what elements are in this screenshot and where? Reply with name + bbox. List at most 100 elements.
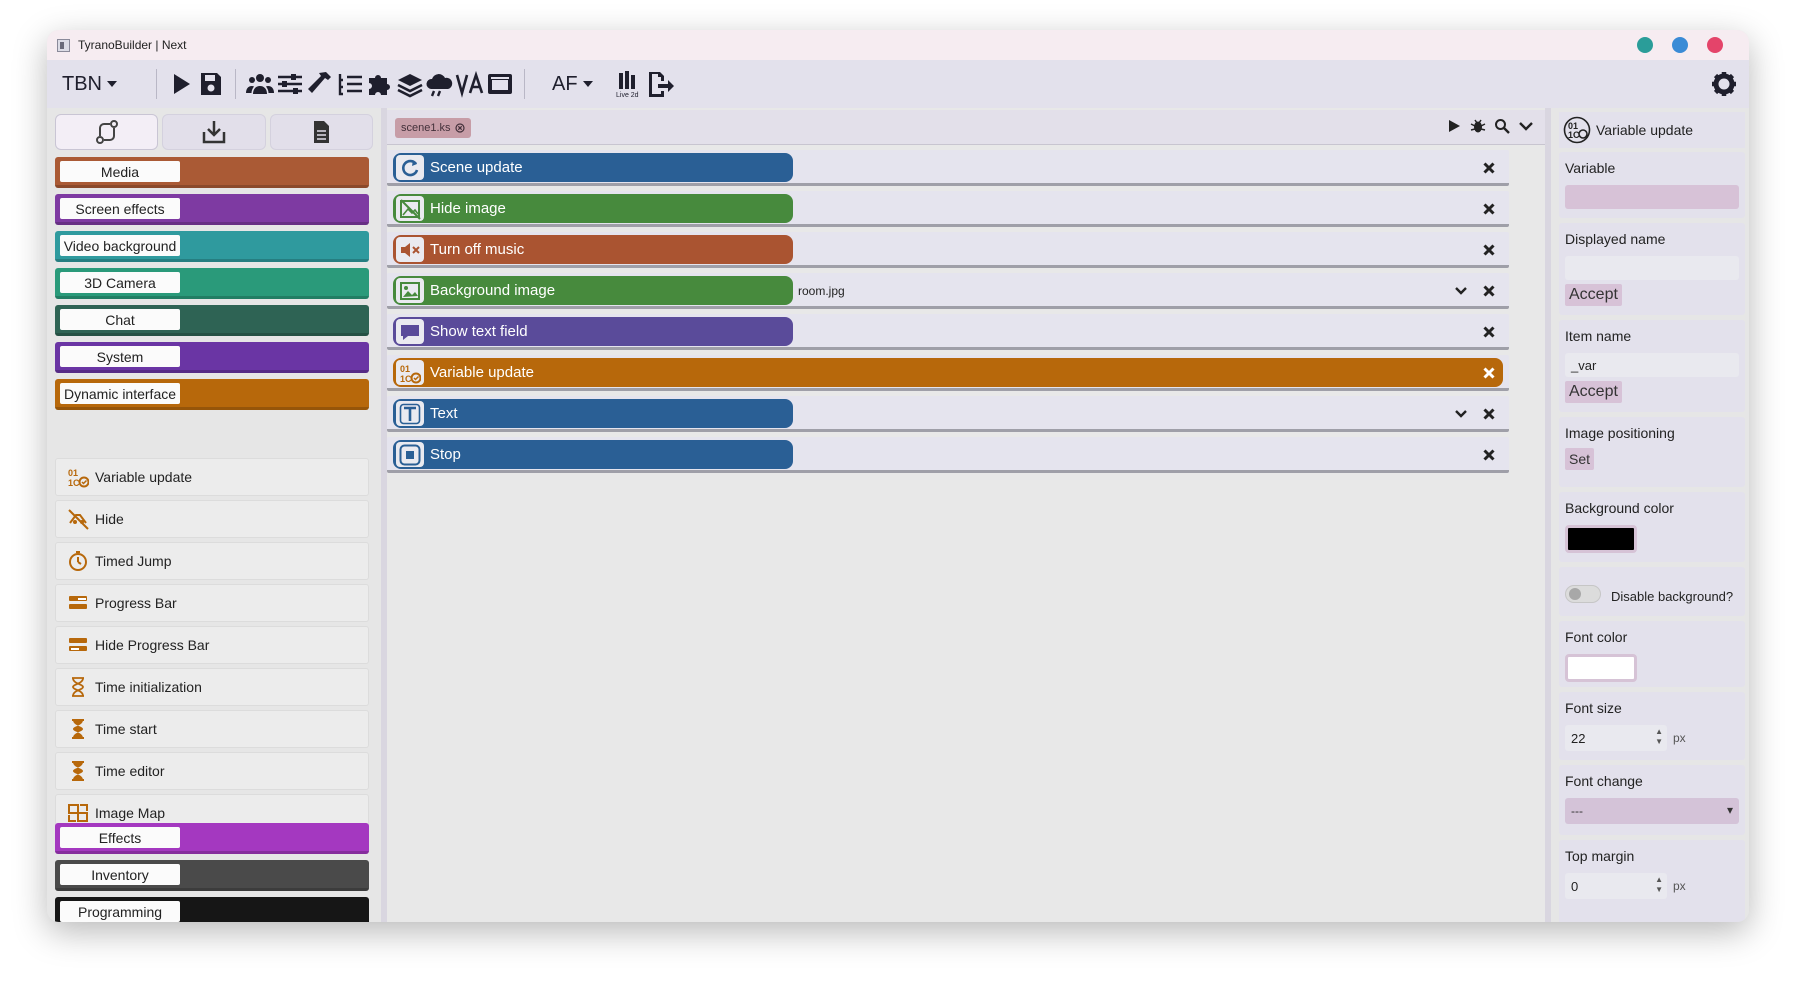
font-color-swatch[interactable] (1565, 654, 1637, 682)
variable-update-icon: 011C (400, 364, 421, 384)
command-block[interactable]: 01 1C Variable update (393, 358, 1503, 387)
search-icon[interactable] (1493, 117, 1511, 135)
properties-panel: 01 1C Variable update Variable Displayed … (1555, 108, 1749, 922)
tab-file[interactable] (269, 114, 373, 150)
maximize-button[interactable] (1672, 37, 1688, 53)
chevron-down-icon[interactable] (1517, 117, 1535, 135)
delete-row-icon[interactable] (1481, 447, 1497, 463)
component-item-hide-progress-bar[interactable]: Hide Progress Bar (55, 626, 369, 664)
component-item-timed-jump[interactable]: Timed Jump (55, 542, 369, 580)
chevron-down-icon[interactable] (1453, 283, 1469, 299)
accept-item-name-button[interactable]: Accept (1565, 381, 1622, 403)
chevron-down-icon[interactable] (1453, 406, 1469, 422)
effects-button[interactable] (425, 69, 455, 99)
category-video-background[interactable]: Video background (55, 231, 369, 262)
scene-row-background-image[interactable]: Background image room.jpg (387, 273, 1509, 309)
command-block[interactable]: Show text field (393, 317, 793, 346)
category-system[interactable]: System (55, 342, 369, 373)
font-change-select[interactable]: --- (1565, 798, 1739, 824)
delete-row-icon[interactable] (1481, 406, 1497, 422)
accept-displayed-name-button[interactable]: Accept (1565, 284, 1622, 306)
scene-row-stop[interactable]: Stop (387, 437, 1509, 473)
scene-row-hide-image[interactable]: Hide image (387, 191, 1509, 227)
play-scene-icon[interactable] (1445, 117, 1463, 135)
language-menu[interactable]: AF (534, 73, 614, 96)
category-inventory[interactable]: Inventory (55, 860, 369, 891)
scene-row-variable-update[interactable]: 01 1C Variable update (387, 355, 1509, 391)
scene-row-scene-update[interactable]: Scene update (387, 150, 1509, 186)
minimize-button[interactable] (1637, 37, 1653, 53)
category-effects[interactable]: Effects (55, 823, 369, 854)
tab-components[interactable] (55, 114, 159, 150)
component-item-hide[interactable]: Hide (55, 500, 369, 538)
export-button[interactable] (644, 69, 674, 99)
delete-row-icon[interactable] (1481, 242, 1497, 258)
component-item-time-editor[interactable]: Time editor (55, 752, 369, 790)
play-button[interactable] (166, 69, 196, 99)
set-image-position-button[interactable]: Set (1565, 448, 1595, 470)
command-block[interactable]: Hide image (393, 194, 793, 223)
layers-button[interactable] (395, 69, 425, 99)
stop-icon (399, 444, 421, 465)
close-tab-icon[interactable] (454, 123, 465, 133)
disable-background-section: Disable background? (1559, 567, 1745, 616)
app-window: TyranoBuilder | Next TBN AF Live 2d Medi… (47, 30, 1749, 922)
list-button[interactable] (335, 69, 365, 99)
disable-background-toggle[interactable] (1565, 585, 1601, 603)
project-menu-label: TBN (62, 72, 102, 95)
hourglass-outline-icon (72, 677, 84, 697)
refresh-icon (402, 159, 419, 176)
top-margin-input[interactable]: 0 (1565, 873, 1667, 899)
category-dynamic-interface[interactable]: Dynamic interface (55, 379, 369, 410)
window-title: TyranoBuilder | Next (78, 38, 187, 52)
scene-tab[interactable]: scene1.ks (395, 118, 471, 138)
category-programming[interactable]: Programming (55, 897, 369, 922)
command-block[interactable]: Turn off music (393, 235, 793, 264)
settings-button[interactable] (1709, 69, 1739, 99)
export-icon (648, 72, 674, 97)
component-item-variable-update[interactable]: 01 1C Variable update (55, 458, 369, 496)
component-item-progress-bar[interactable]: Progress Bar (55, 584, 369, 622)
category-chat[interactable]: Chat (55, 305, 369, 336)
save-button[interactable] (196, 69, 226, 99)
command-block[interactable]: Background image (393, 276, 793, 305)
delete-row-icon[interactable] (1481, 160, 1497, 176)
displayed-name-input[interactable] (1565, 256, 1739, 280)
settings-sliders-button[interactable] (275, 69, 305, 99)
project-menu[interactable]: TBN (47, 73, 147, 96)
delete-row-icon[interactable] (1481, 324, 1497, 340)
category-3d-camera[interactable]: 3D Camera (55, 268, 369, 299)
window-button[interactable] (485, 69, 515, 99)
background-color-swatch[interactable] (1565, 525, 1637, 553)
category-media[interactable]: Media (55, 157, 369, 188)
build-button[interactable] (305, 69, 335, 99)
component-item-label: Time initialization (95, 679, 202, 695)
delete-row-icon[interactable] (1481, 283, 1497, 299)
delete-row-icon[interactable] (1481, 201, 1497, 217)
command-block[interactable]: Stop (393, 440, 793, 469)
plugins-button[interactable] (365, 69, 395, 99)
text-spacing-button[interactable] (455, 69, 485, 99)
command-block[interactable]: Scene update (393, 153, 793, 182)
category-screen-effects[interactable]: Screen effects (55, 194, 369, 225)
variable-select[interactable] (1565, 185, 1739, 209)
scene-row-text[interactable]: Text (387, 396, 1509, 432)
tab-import[interactable] (162, 114, 266, 150)
command-block[interactable]: Text (393, 399, 793, 428)
mute-icon (401, 242, 420, 257)
properties-header: 01 1C Variable update (1559, 112, 1745, 148)
component-item-time-initialization[interactable]: Time initialization (55, 668, 369, 706)
component-item-time-start[interactable]: Time start (55, 710, 369, 748)
variable-update-icon: 011C (1563, 116, 1591, 144)
debug-bug-icon[interactable] (1469, 117, 1487, 135)
font-size-input[interactable]: 22 (1565, 725, 1667, 751)
close-window-button[interactable] (1707, 37, 1723, 53)
font-change-label: Font change (1565, 773, 1643, 789)
scene-row-show-text-field[interactable]: Show text field (387, 314, 1509, 350)
live2d-button[interactable]: Live 2d (614, 69, 644, 99)
delete-row-icon[interactable] (1481, 365, 1497, 381)
item-name-input[interactable]: _var (1565, 353, 1739, 377)
characters-button[interactable] (245, 69, 275, 99)
scene-row-turn-off-music[interactable]: Turn off music (387, 232, 1509, 268)
component-item-label: Image Map (95, 805, 166, 821)
